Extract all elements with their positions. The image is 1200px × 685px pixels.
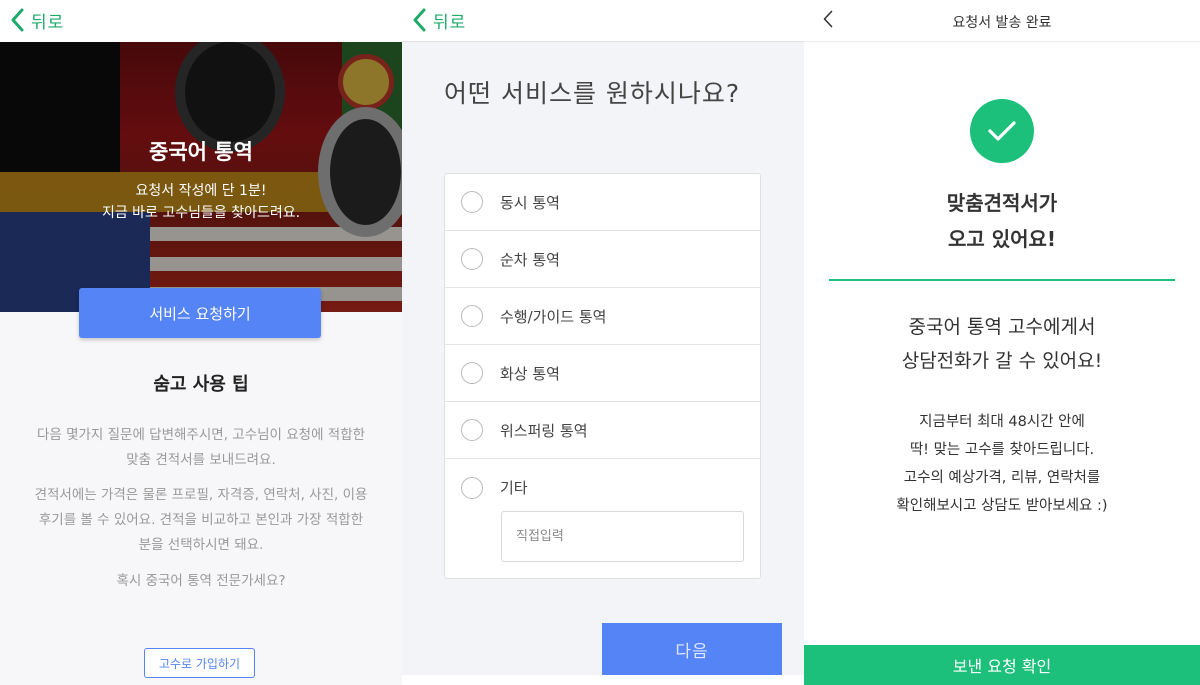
option-whispering[interactable]: 위스퍼링 통역 xyxy=(445,402,760,459)
hero-banner: 중국어 통역 요청서 작성에 단 1분! 지금 바로 고수님들을 찾아드려요. xyxy=(0,42,402,312)
direct-input[interactable] xyxy=(501,511,744,562)
radio-icon[interactable] xyxy=(461,305,483,327)
complete-headline: 맞춤견적서가 오고 있어요! xyxy=(804,185,1200,257)
service-request-button[interactable]: 서비스 요청하기 xyxy=(79,288,321,338)
radio-icon[interactable] xyxy=(461,191,483,213)
top-bar: 뒤로 xyxy=(0,0,402,42)
option-label: 위스퍼링 통역 xyxy=(500,421,588,440)
page-title: 요청서 발송 완료 xyxy=(952,15,1052,31)
tips-line: 맞춤 견적서를 보내드려요. xyxy=(126,452,276,468)
radio-icon[interactable] xyxy=(461,362,483,384)
info-line: 고수의 예상가격, 리뷰, 연락처를 xyxy=(903,470,1101,486)
top-bar: 요청서 발송 완료 xyxy=(804,0,1200,42)
service-select-screen: 뒤로 어떤 서비스를 원하시나요? 동시 통역 순차 통역 수행/가이드 통역 … xyxy=(402,0,804,685)
next-button[interactable]: 다음 xyxy=(602,623,782,675)
request-complete-screen: 요청서 발송 완료 맞춤견적서가 오고 있어요! 중국어 통역 고수에게서 상담… xyxy=(804,0,1200,685)
divider xyxy=(829,279,1175,281)
question-title: 어떤 서비스를 원하시나요? xyxy=(444,79,741,108)
option-simultaneous[interactable]: 동시 통역 xyxy=(445,174,760,231)
back-label: 뒤로 xyxy=(31,12,65,33)
call-notice: 중국어 통역 고수에게서 상담전화가 갈 수 있어요! xyxy=(804,310,1200,378)
option-label: 기타 xyxy=(500,479,528,497)
tips-line: 견적서에는 가격은 물론 프로필, 자격증, 연락처, 사진, 이용 xyxy=(34,487,368,503)
join-as-expert-button[interactable]: 고수로 가입하기 xyxy=(144,648,255,678)
option-label: 순차 통역 xyxy=(500,250,560,269)
tips-line: 다음 몇가지 질문에 답변해주시면, 고수님이 요청에 적합한 xyxy=(36,427,366,443)
headline-line: 맞춤견적서가 xyxy=(946,191,1058,215)
info-text: 지금부터 최대 48시간 안에 딱! 맞는 고수를 찾아드립니다. 고수의 예상… xyxy=(804,408,1200,520)
back-button[interactable]: 뒤로 xyxy=(408,6,466,34)
tips-paragraph: 다음 몇가지 질문에 답변해주시면, 고수님이 요청에 적합한 맞춤 견적서를 … xyxy=(0,423,402,473)
expert-question: 혹시 중국어 통역 전문가세요? xyxy=(116,573,286,589)
tips-paragraph: 견적서에는 가격은 물론 프로필, 자격증, 연락처, 사진, 이용 후기를 볼… xyxy=(0,483,402,558)
notice-line: 중국어 통역 고수에게서 xyxy=(908,316,1096,338)
headline-line: 오고 있어요! xyxy=(947,227,1057,251)
check-icon xyxy=(970,99,1034,163)
radio-icon[interactable] xyxy=(461,419,483,441)
option-list: 동시 통역 순차 통역 수행/가이드 통역 화상 통역 위스퍼링 통역 기타 xyxy=(444,173,761,579)
hero-subtitle-line: 요청서 작성에 단 1분! xyxy=(135,183,267,199)
hero-subtitle-line: 지금 바로 고수님들을 찾아드려요. xyxy=(101,205,301,221)
info-line: 딱! 맞는 고수를 찾아드립니다. xyxy=(909,442,1095,458)
chevron-left-icon xyxy=(6,7,28,33)
option-label: 화상 통역 xyxy=(500,364,560,383)
option-other[interactable]: 기타 xyxy=(445,459,760,516)
tips-line: 후기를 볼 수 있어요. 견적을 비교하고 본인과 가장 적합한 xyxy=(38,512,364,528)
back-button[interactable]: 뒤로 xyxy=(6,6,64,34)
option-label: 수행/가이드 통역 xyxy=(500,307,607,326)
option-guide[interactable]: 수행/가이드 통역 xyxy=(445,288,760,345)
top-bar: 뒤로 xyxy=(402,0,804,42)
back-label: 뒤로 xyxy=(433,12,467,33)
notice-line: 상담전화가 갈 수 있어요! xyxy=(901,350,1103,372)
tips-line: 분을 선택하시면 돼요. xyxy=(138,537,264,553)
info-line: 확인해보시고 상담도 받아보세요 :) xyxy=(896,498,1108,514)
hero-subtitle: 요청서 작성에 단 1분! 지금 바로 고수님들을 찾아드려요. xyxy=(0,180,402,224)
option-consecutive[interactable]: 순차 통역 xyxy=(445,231,760,288)
info-line: 지금부터 최대 48시간 안에 xyxy=(919,414,1085,430)
option-label: 동시 통역 xyxy=(500,193,560,212)
radio-icon[interactable] xyxy=(461,476,483,499)
hero-title: 중국어 통역 xyxy=(149,140,253,164)
chevron-left-icon xyxy=(408,7,430,33)
tips-title: 숨고 사용 팁 xyxy=(153,374,249,395)
sent-request-confirm-button[interactable]: 보낸 요청 확인 xyxy=(804,645,1200,685)
service-intro-screen: 뒤로 중국어 통역 요청서 작성에 단 1분! 지금 바로 고수님들을 찾아드려… xyxy=(0,0,402,685)
radio-icon[interactable] xyxy=(461,248,483,270)
option-video[interactable]: 화상 통역 xyxy=(445,345,760,402)
